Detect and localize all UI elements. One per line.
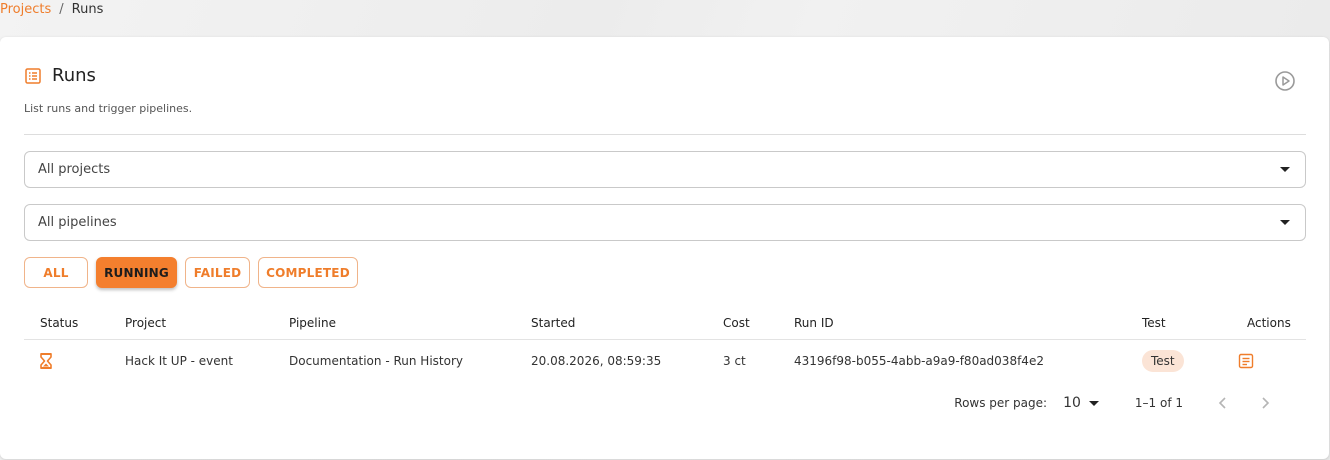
rows-per-page-value: 10 bbox=[1063, 395, 1081, 411]
actions-cell bbox=[1238, 340, 1254, 382]
list-icon bbox=[25, 67, 41, 84]
test-badge: Test bbox=[1142, 350, 1184, 372]
play-circle-icon[interactable] bbox=[1274, 70, 1296, 92]
project-select-value: All projects bbox=[38, 162, 111, 177]
details-icon[interactable] bbox=[1238, 353, 1254, 369]
breadcrumb-current: Runs bbox=[71, 2, 104, 17]
rows-per-page-select[interactable]: 10 bbox=[1063, 395, 1099, 411]
breadcrumb: Projects / Runs bbox=[0, 2, 103, 17]
breadcrumb-separator: / bbox=[59, 2, 64, 17]
column-header-cost: Cost bbox=[723, 315, 750, 330]
pipeline-cell: Documentation - Run History bbox=[289, 354, 463, 368]
column-header-test: Test bbox=[1142, 315, 1166, 330]
cost-cell: 3 ct bbox=[723, 354, 746, 368]
test-cell: Test bbox=[1142, 340, 1184, 382]
column-header-started: Started bbox=[531, 315, 576, 330]
column-header-project: Project bbox=[125, 315, 167, 330]
chevron-down-icon bbox=[1088, 400, 1099, 406]
column-header-actions: Actions bbox=[1247, 315, 1291, 330]
status-filter-group: ALL RUNNING FAILED COMPLETED bbox=[24, 257, 358, 288]
filter-completed-button[interactable]: COMPLETED bbox=[258, 257, 358, 288]
table-row[interactable]: Hack It UP - event Documentation - Run H… bbox=[24, 340, 1306, 382]
breadcrumb-projects-link[interactable]: Projects bbox=[0, 2, 51, 17]
status-cell bbox=[40, 340, 52, 382]
chevron-left-icon[interactable] bbox=[1217, 396, 1229, 410]
run-id-cell: 43196f98-b055-4abb-a9a9-f80ad038f4e2 bbox=[794, 354, 1044, 368]
pipeline-select[interactable]: All pipelines bbox=[24, 204, 1306, 241]
project-select[interactable]: All projects bbox=[24, 151, 1306, 188]
table-header: Status Project Pipeline Started Cost Run… bbox=[24, 305, 1306, 340]
card-header: Runs bbox=[24, 65, 96, 86]
filter-running-button[interactable]: RUNNING bbox=[96, 257, 177, 288]
rows-per-page-label: Rows per page: bbox=[954, 396, 1048, 410]
chevron-down-icon bbox=[1280, 220, 1290, 225]
pagination-range: 1–1 of 1 bbox=[1134, 396, 1183, 410]
header-divider bbox=[24, 134, 1306, 135]
column-header-pipeline: Pipeline bbox=[289, 315, 336, 330]
column-header-status: Status bbox=[40, 315, 79, 330]
filter-all-button[interactable]: ALL bbox=[24, 257, 88, 288]
chevron-right-icon[interactable] bbox=[1259, 396, 1271, 410]
pipeline-select-value: All pipelines bbox=[38, 215, 117, 230]
started-cell: 20.08.2026, 08:59:35 bbox=[531, 354, 662, 368]
column-header-run-id: Run ID bbox=[794, 315, 834, 330]
project-cell: Hack It UP - event bbox=[125, 354, 233, 368]
pagination: Rows per page: 10 1–1 of 1 bbox=[954, 395, 1271, 411]
page-subtitle: List runs and trigger pipelines. bbox=[24, 102, 193, 115]
chevron-down-icon bbox=[1280, 167, 1290, 172]
page-title: Runs bbox=[52, 65, 96, 86]
filter-failed-button[interactable]: FAILED bbox=[185, 257, 250, 288]
runs-table: Status Project Pipeline Started Cost Run… bbox=[24, 305, 1306, 382]
runs-card: Runs List runs and trigger pipelines. Al… bbox=[0, 37, 1329, 459]
hourglass-icon bbox=[40, 353, 52, 369]
